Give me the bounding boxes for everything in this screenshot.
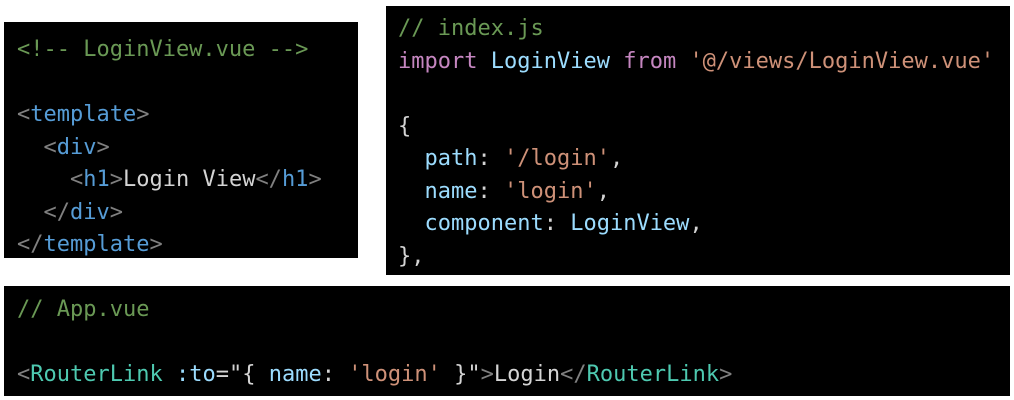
tag-name: h1 [281,167,309,192]
tag-name: h1 [83,167,110,192]
link-text: Login [493,362,561,387]
code-line: import LoginView from '@/views/LoginView… [398,46,1010,79]
import-keyword: import [398,48,478,74]
tag-bracket: < [17,102,31,127]
tag-bracket: > [308,167,322,192]
colon: : [543,211,557,236]
code-line: // index.js [398,13,1010,46]
tag-bracket: </ [255,167,282,192]
code-line: <template> [17,99,358,132]
colon: : [321,362,335,387]
tag-name: template [30,102,137,127]
file-comment: <!-- LoginView.vue --> [17,37,309,62]
tag-name: div [56,134,97,160]
code-line: { [398,111,1010,144]
tag-bracket: > [480,362,494,387]
code-line: </template> [17,229,358,262]
app-vue-code: // App.vue <RouterLink :to="{ name: 'log… [17,294,1010,392]
object-key: component [424,211,544,236]
code-line: <h1>Login View</h1> [17,164,358,197]
comma: , [609,146,624,171]
code-line: component: LoginView, [398,208,1010,241]
file-comment: // index.js [398,16,544,41]
close-brace: }, [398,243,425,269]
tag-name: template [43,232,150,257]
loginview-code-panel: <!-- LoginView.vue --> <template> <div> … [4,22,358,258]
code-line: // App.vue [17,294,1010,327]
object-key: name [424,178,478,204]
tag-bracket: </ [43,199,71,225]
tag-name: div [70,199,110,225]
code-line: <RouterLink :to="{ name: 'login' }">Logi… [17,359,1010,392]
identifier-value: LoginView [570,211,690,236]
open-brace: { [398,113,412,139]
tag-bracket: < [17,362,31,387]
tag-bracket: > [136,102,150,127]
string-value: 'login' [503,178,597,204]
index-js-code: // index.js import LoginView from '@/view… [398,13,1010,273]
tag-bracket: > [149,232,163,257]
tag-bracket: > [96,134,110,160]
index-js-code-panel: // index.js import LoginView from '@/view… [386,6,1010,275]
comma: , [596,178,610,204]
tag-bracket: > [109,167,123,192]
colon: : [477,146,491,171]
brace: { [242,362,256,387]
code-line: name: 'login', [398,176,1010,209]
import-identifier: LoginView [490,48,610,74]
code-line: </div> [17,197,358,230]
tag-bracket: > [109,199,123,225]
component-tag: RouterLink [30,362,163,387]
tag-bracket: </ [560,362,587,387]
quote: " [228,362,243,387]
tag-bracket: < [69,167,84,192]
from-keyword: from [623,48,677,74]
equals: = [215,362,229,387]
quote: " [467,362,481,387]
attribute-name: :to [175,362,216,387]
code-line: <div> [17,132,358,165]
object-key: name [268,362,322,387]
component-tag: RouterLink [586,362,720,387]
app-vue-code-panel: // App.vue <RouterLink :to="{ name: 'log… [4,286,1010,396]
comma: , [689,211,703,236]
object-key: path [424,146,478,171]
string-value: '/login' [503,146,610,171]
code-line: path: '/login', [398,143,1010,176]
colon: : [477,178,491,204]
import-path-string: '@/views/LoginView.vue' [689,48,995,74]
h1-text: Login View [122,167,256,192]
loginview-code: <!-- LoginView.vue --> <template> <div> … [17,34,358,262]
brace: } [454,362,468,387]
string-value: 'login' [348,362,441,387]
tag-bracket: </ [17,232,44,257]
tag-bracket: < [43,134,57,160]
file-comment: // App.vue [17,297,150,322]
code-line: }, [398,241,1010,274]
tag-bracket: > [719,362,733,387]
code-line: <!-- LoginView.vue --> [17,34,358,67]
